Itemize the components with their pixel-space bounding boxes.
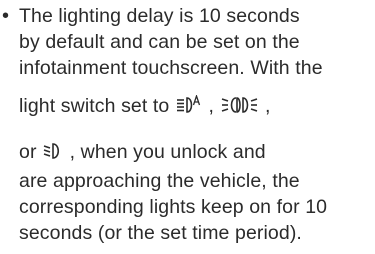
note-line-8: seconds (or the set time period). [19,222,302,244]
note-line-2: by default and can be set on the [19,31,300,53]
note-line-1: The lighting delay is 10 seconds [19,5,300,27]
note-line-5: or , when you unlock and [19,139,266,165]
unlock-text: , when you unlock and [69,141,266,163]
low-beam-icon [43,141,63,161]
bullet-marker: • [2,5,10,27]
or-text: or [19,141,37,163]
note-line-3: infotainment touchscreen. With the [19,57,323,79]
note-line-6: are approaching the vehicle, the [19,170,300,192]
separator-comma: , [265,95,271,117]
separator-comma: , [208,95,214,117]
light-switch-text: light switch set to [19,95,170,117]
parking-light-icon [221,95,259,115]
note-line-4: light switch set to , , [19,93,271,119]
auto-headlight-icon [176,95,202,115]
note-line-7: corresponding lights keep on for 10 [19,196,328,218]
